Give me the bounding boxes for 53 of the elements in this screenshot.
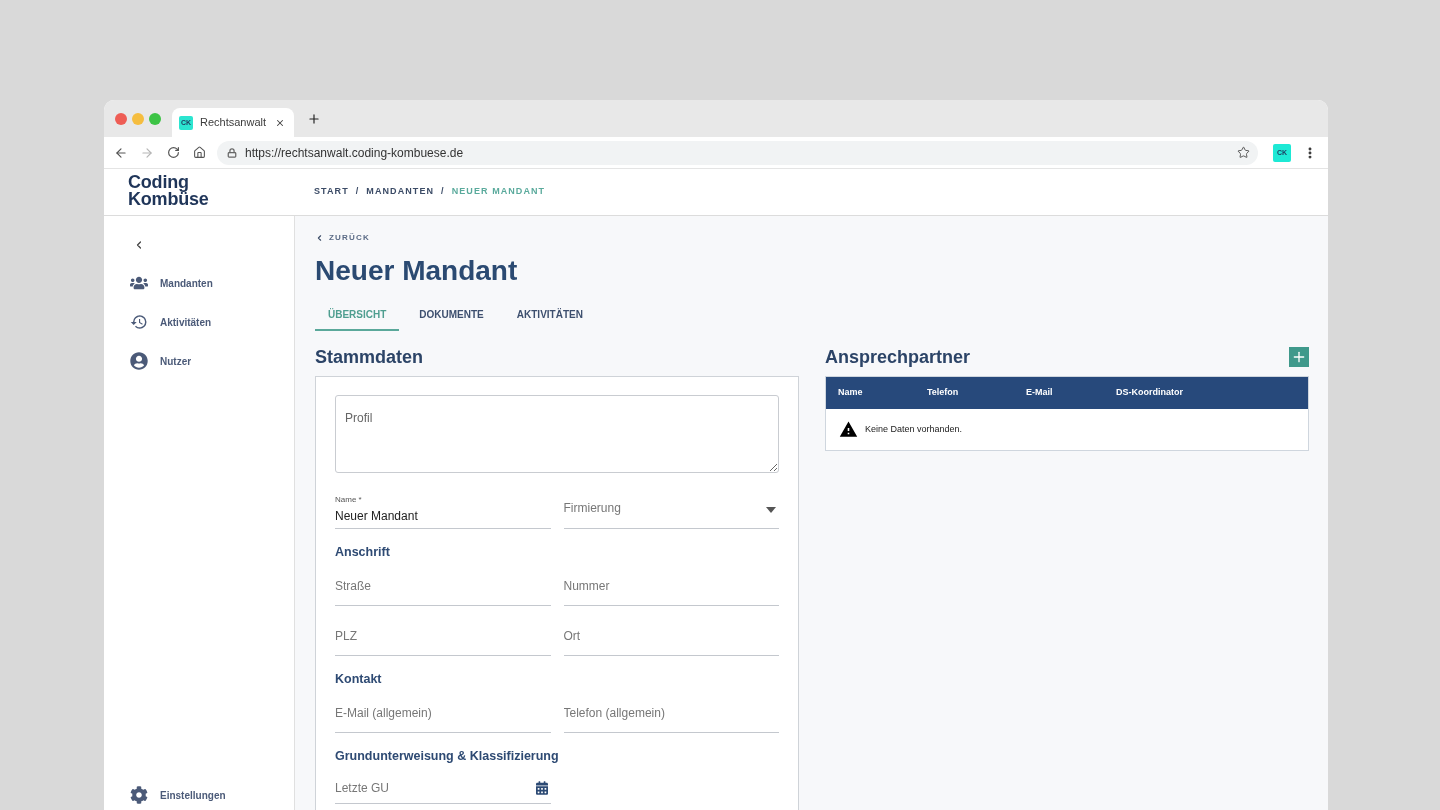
text-field[interactable]: Nummer xyxy=(563,564,779,606)
form-section-heading: Anschrift xyxy=(335,544,390,560)
settings-icon xyxy=(130,786,148,804)
home-icon[interactable] xyxy=(193,146,206,159)
text-field[interactable]: Ort xyxy=(563,614,779,656)
sidebar-item[interactable]: Mandanten xyxy=(130,272,223,294)
form-section-heading: Kontakt xyxy=(335,671,382,687)
page-title: Neuer Mandant xyxy=(315,254,518,288)
section-title: Stammdaten xyxy=(315,346,424,368)
text-field[interactable]: Telefon (allgemein) xyxy=(563,691,779,733)
select-field[interactable]: Firmierung xyxy=(563,485,779,529)
column-header: E-Mail xyxy=(1026,386,1053,400)
star-icon[interactable] xyxy=(1237,146,1250,159)
tab[interactable]: DOKUMENTE xyxy=(406,300,497,331)
tab-title: Rechtsanwalt xyxy=(200,115,267,131)
close-icon[interactable] xyxy=(275,117,285,128)
breadcrumb-link[interactable]: MANDANTEN xyxy=(366,185,435,199)
text-field[interactable]: Name * Neuer Mandant xyxy=(335,485,551,529)
back-icon[interactable] xyxy=(114,145,128,160)
user-icon xyxy=(130,352,148,370)
column-header: DS-Koordinator xyxy=(1116,386,1183,400)
history-icon xyxy=(130,313,148,331)
breadcrumb-separator: / xyxy=(355,185,360,199)
breadcrumb-link[interactable]: START xyxy=(314,185,349,199)
window-close-icon[interactable] xyxy=(115,112,127,125)
date-field[interactable]: Letzte GU xyxy=(335,768,551,804)
back-link[interactable]: ZURÜCK xyxy=(315,232,370,244)
section-title: Ansprechpartner xyxy=(825,346,971,368)
address-bar[interactable]: https://rechtsanwalt.coding-kombuese.de xyxy=(217,140,1258,165)
logo[interactable]: Coding Kombüse xyxy=(128,172,209,208)
text-field[interactable]: PLZ xyxy=(335,614,551,656)
plus-icon xyxy=(1291,349,1307,365)
reload-icon[interactable] xyxy=(167,146,180,159)
text-field[interactable]: E-Mail (allgemein) xyxy=(335,691,551,733)
warning-icon xyxy=(839,420,858,439)
plus-icon[interactable] xyxy=(307,111,321,126)
profile-textarea[interactable]: Profil xyxy=(335,395,779,473)
caret-down-icon xyxy=(766,507,776,513)
lock-icon xyxy=(227,147,237,158)
breadcrumb-separator: / xyxy=(441,185,445,199)
calendar-icon xyxy=(535,780,548,795)
form-section-heading: Grundunterweisung & Klassifizierung xyxy=(335,748,559,764)
sidebar-item[interactable]: Aktivitäten xyxy=(130,311,223,333)
column-header: Name xyxy=(838,386,863,400)
text-field[interactable]: Straße xyxy=(335,564,551,606)
sidebar-item[interactable]: Einstellungen xyxy=(130,784,236,806)
chevron-left-icon xyxy=(315,233,324,243)
empty-message: Keine Daten vorhanden. xyxy=(865,422,963,436)
sidebar-item[interactable]: Nutzer xyxy=(130,350,223,372)
add-button[interactable] xyxy=(1289,347,1309,367)
users-icon xyxy=(130,274,148,292)
tab[interactable]: AKTIVITÄTEN xyxy=(503,300,596,331)
column-header: Telefon xyxy=(927,386,959,400)
